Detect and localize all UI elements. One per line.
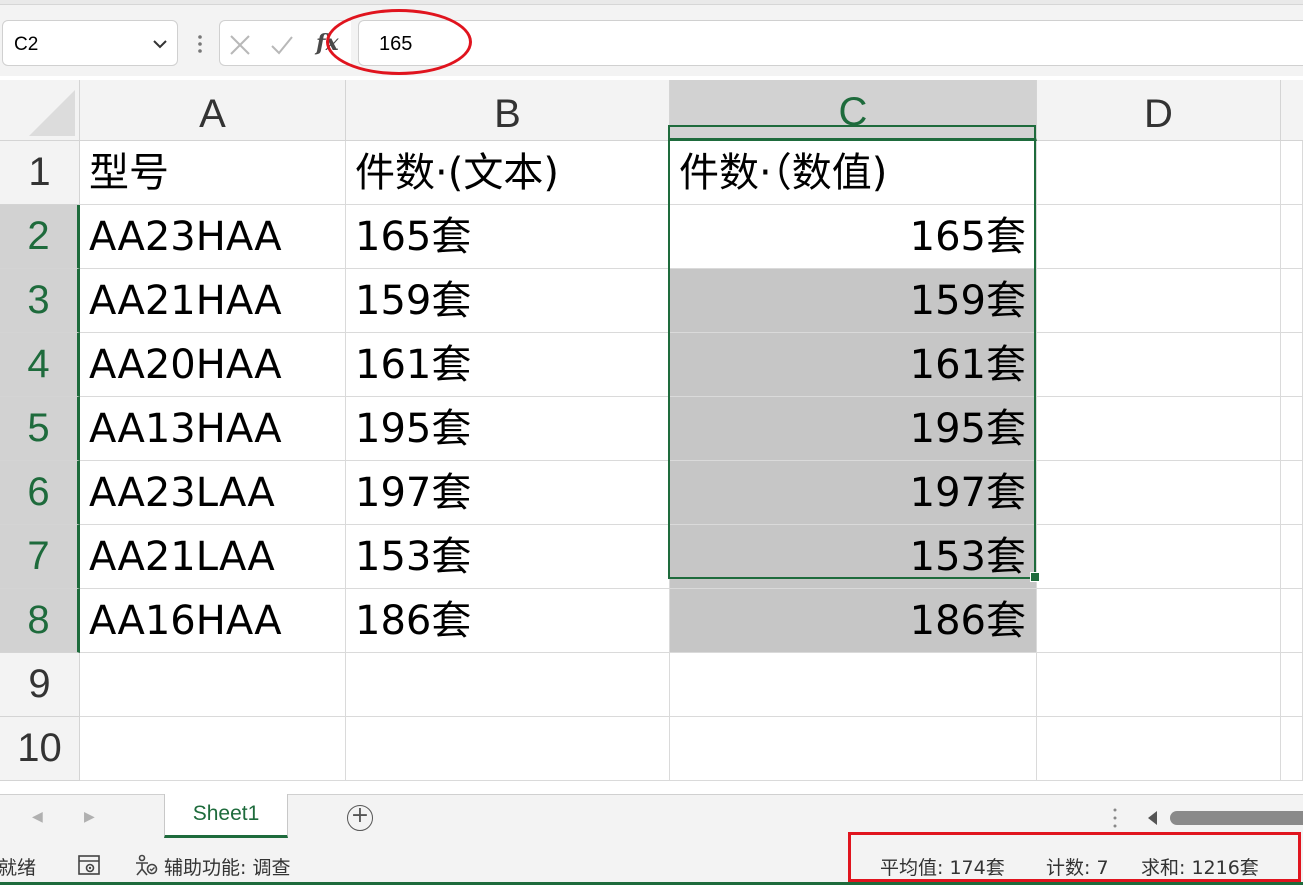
cell[interactable]: AA20HAA bbox=[80, 333, 346, 397]
next-sheet-arrow-icon[interactable]: ▶ bbox=[84, 809, 95, 825]
cell[interactable] bbox=[1281, 269, 1303, 333]
status-ready: 就绪 bbox=[0, 857, 37, 879]
cell[interactable] bbox=[1037, 653, 1281, 717]
cell[interactable] bbox=[1037, 717, 1281, 781]
cell[interactable] bbox=[1037, 461, 1281, 525]
row-header[interactable]: 5 bbox=[0, 397, 80, 461]
tab-sheet1[interactable]: Sheet1 bbox=[164, 794, 288, 838]
cell[interactable] bbox=[1281, 141, 1303, 205]
cell[interactable]: AA21HAA bbox=[80, 269, 346, 333]
column-header-a[interactable]: A bbox=[80, 80, 346, 141]
column-header-b[interactable]: B bbox=[346, 80, 670, 141]
cell[interactable]: 161套 bbox=[346, 333, 670, 397]
cell[interactable]: AA23LAA bbox=[80, 461, 346, 525]
cell[interactable] bbox=[1037, 397, 1281, 461]
sheet-tabs-bar: ◀ ▶ Sheet1 + bbox=[0, 794, 1303, 844]
column-header-c[interactable]: C bbox=[670, 80, 1037, 141]
ribbon-edge bbox=[0, 0, 1303, 15]
cell[interactable] bbox=[1037, 589, 1281, 653]
status-count[interactable]: 计数: 7 bbox=[1046, 853, 1109, 880]
row-header[interactable]: 4 bbox=[0, 333, 80, 397]
row-header[interactable]: 3 bbox=[0, 269, 80, 333]
cell[interactable] bbox=[1037, 141, 1281, 205]
cell[interactable] bbox=[1281, 653, 1303, 717]
prev-sheet-arrow-icon[interactable]: ◀ bbox=[32, 809, 43, 825]
cell[interactable]: 197套 bbox=[670, 461, 1037, 525]
cell[interactable] bbox=[1281, 461, 1303, 525]
cell[interactable]: 件数·(文本) bbox=[346, 141, 670, 205]
cell[interactable] bbox=[670, 653, 1037, 717]
cell[interactable]: 159套 bbox=[670, 269, 1037, 333]
row-header[interactable]: 6 bbox=[0, 461, 80, 525]
macro-recording-icon[interactable] bbox=[76, 853, 102, 877]
cell[interactable]: AA21LAA bbox=[80, 525, 346, 589]
cell[interactable]: 件数·（数值) bbox=[670, 141, 1037, 205]
cancel-icon[interactable] bbox=[228, 33, 252, 57]
cell[interactable]: AA23HAA bbox=[80, 205, 346, 269]
row-header[interactable]: 8 bbox=[0, 589, 80, 653]
formula-bar: C2 fx 165 bbox=[0, 14, 1303, 76]
cell[interactable]: 195套 bbox=[670, 397, 1037, 461]
row-header[interactable]: 2 bbox=[0, 205, 80, 269]
cell[interactable] bbox=[1037, 333, 1281, 397]
name-box-value: C2 bbox=[14, 34, 39, 55]
row-header[interactable]: 1 bbox=[0, 141, 80, 205]
splitter-handle-icon[interactable] bbox=[1110, 805, 1120, 831]
cell[interactable] bbox=[1281, 525, 1303, 589]
name-box[interactable]: C2 bbox=[2, 20, 178, 66]
row-header[interactable]: 7 bbox=[0, 525, 80, 589]
column-header-e[interactable] bbox=[1281, 80, 1303, 141]
status-average[interactable]: 平均值: 174套 bbox=[880, 853, 1005, 880]
cell[interactable] bbox=[670, 717, 1037, 781]
row-header[interactable]: 10 bbox=[0, 717, 80, 781]
cell[interactable]: 159套 bbox=[346, 269, 670, 333]
insert-function-button[interactable]: fx bbox=[316, 30, 339, 56]
formula-value: 165 bbox=[379, 33, 413, 55]
cell[interactable] bbox=[1037, 525, 1281, 589]
cell[interactable] bbox=[346, 717, 670, 781]
cell[interactable]: AA16HAA bbox=[80, 589, 346, 653]
worksheet-grid[interactable]: A B C D 1 型号 件数·(文本) 件数·（数值) 2 AA23HAA 165套 165… bbox=[0, 80, 1303, 794]
cell[interactable] bbox=[80, 653, 346, 717]
cell[interactable] bbox=[1281, 717, 1303, 781]
accessibility-status[interactable]: 辅助功能: 调查 bbox=[164, 853, 290, 880]
cell[interactable]: 型号 bbox=[80, 141, 346, 205]
formula-buttons: fx bbox=[219, 20, 351, 66]
horizontal-scrollbar-thumb[interactable] bbox=[1170, 811, 1303, 825]
fill-handle[interactable] bbox=[1030, 572, 1040, 582]
cell[interactable] bbox=[1281, 205, 1303, 269]
ribbon-edge-line bbox=[0, 0, 1303, 5]
scroll-left-arrow-icon[interactable] bbox=[1148, 811, 1157, 825]
cell[interactable]: 165套 bbox=[346, 205, 670, 269]
chevron-down-icon[interactable] bbox=[151, 35, 169, 53]
select-all-triangle bbox=[29, 90, 75, 136]
cell[interactable] bbox=[346, 653, 670, 717]
cell[interactable]: 153套 bbox=[670, 525, 1037, 589]
column-header-d[interactable]: D bbox=[1037, 80, 1281, 141]
status-bar: 就绪 辅助功能: 调查 平均值: 174套 计数: 7 求和: 1216套 bbox=[0, 844, 1303, 885]
status-sum[interactable]: 求和: 1216套 bbox=[1141, 853, 1259, 880]
cell[interactable] bbox=[1037, 269, 1281, 333]
cell[interactable]: 165套 bbox=[670, 205, 1037, 269]
formula-input[interactable]: 165 bbox=[358, 20, 1303, 66]
cell[interactable]: 197套 bbox=[346, 461, 670, 525]
cell[interactable] bbox=[1281, 333, 1303, 397]
row-header[interactable]: 9 bbox=[0, 653, 80, 717]
cell[interactable]: 186套 bbox=[670, 589, 1037, 653]
drag-handle-icon[interactable] bbox=[193, 32, 207, 56]
cell[interactable]: 195套 bbox=[346, 397, 670, 461]
cell[interactable] bbox=[1281, 589, 1303, 653]
cell[interactable] bbox=[1281, 397, 1303, 461]
select-all-button[interactable] bbox=[0, 80, 80, 141]
check-icon[interactable] bbox=[270, 33, 294, 57]
accessibility-icon[interactable] bbox=[133, 853, 159, 877]
add-sheet-icon[interactable]: + bbox=[347, 805, 373, 831]
cell[interactable] bbox=[80, 717, 346, 781]
cell[interactable] bbox=[1037, 205, 1281, 269]
cell[interactable]: 161套 bbox=[670, 333, 1037, 397]
cell[interactable]: 186套 bbox=[346, 589, 670, 653]
cell[interactable]: 153套 bbox=[346, 525, 670, 589]
cell[interactable]: AA13HAA bbox=[80, 397, 346, 461]
